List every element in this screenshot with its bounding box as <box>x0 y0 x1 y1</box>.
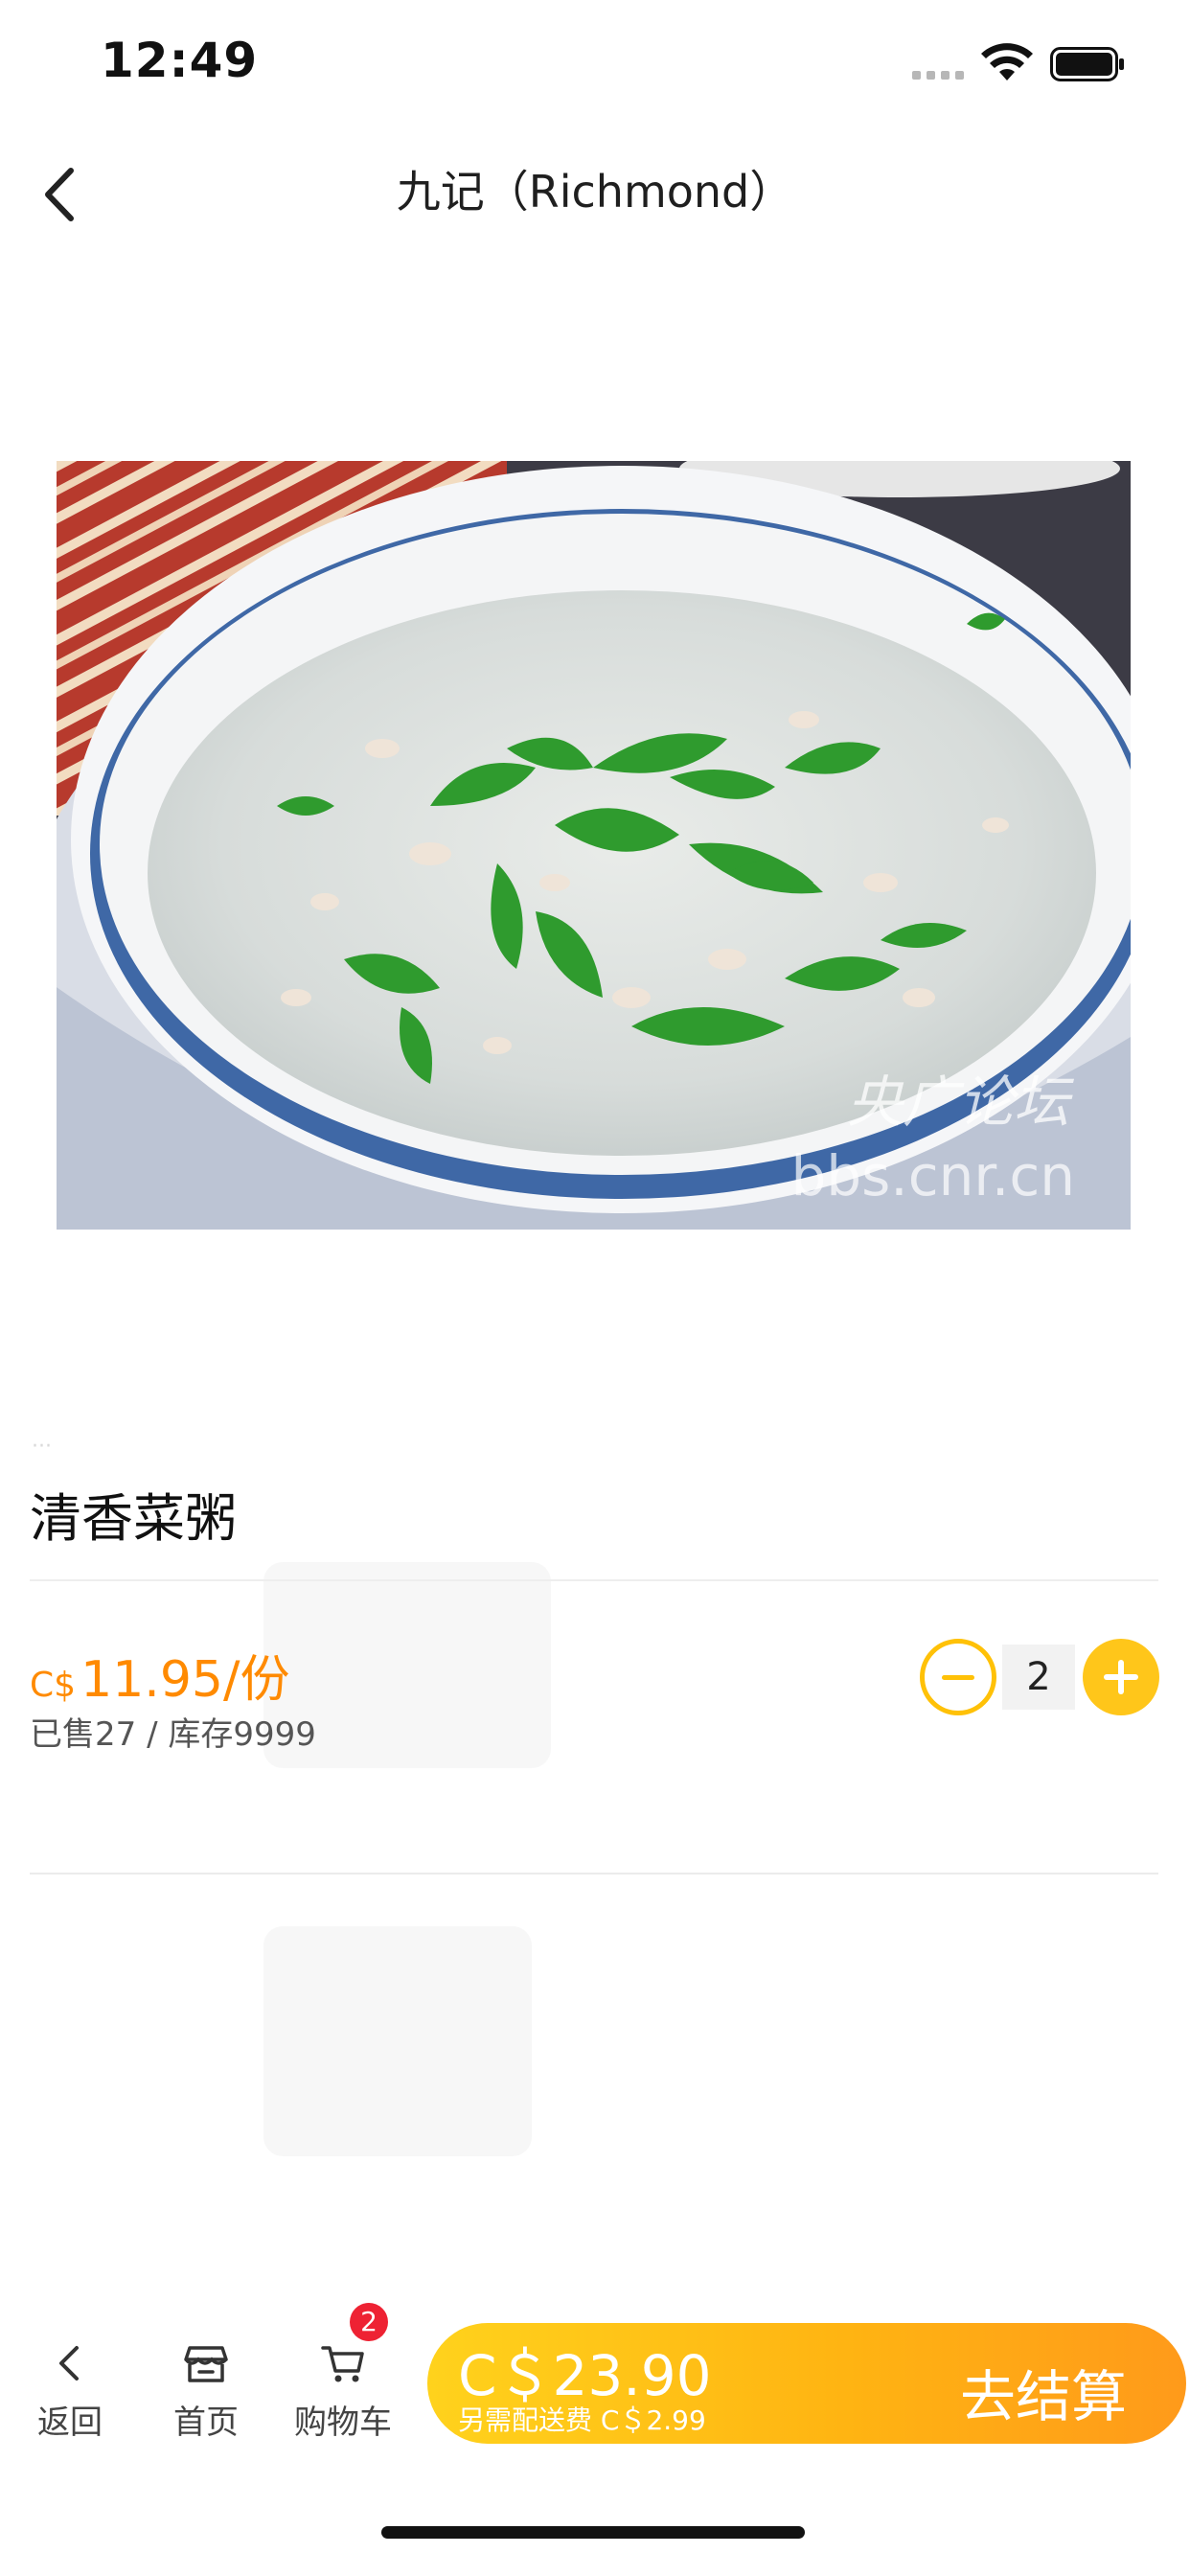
cart-count-badge: 2 <box>350 2303 388 2341</box>
storefront-icon <box>184 2346 228 2382</box>
home-indicator <box>381 2526 805 2539</box>
price-currency: C$ <box>30 1666 77 1705</box>
sales-stock-info: 已售27 / 库存9999 <box>30 1715 316 1754</box>
nav-bar: 九记（Richmond） <box>0 125 1190 259</box>
product-image: 央广论坛 bbs.cnr.cn <box>57 461 1131 1230</box>
divider <box>30 1579 1158 1581</box>
status-bar: 12:49 <box>0 0 1190 125</box>
increase-button[interactable] <box>1083 1639 1159 1715</box>
tab-back-label: 返回 <box>37 2404 103 2442</box>
product-name: 清香菜粥 <box>30 1488 237 1549</box>
tab-home-label: 首页 <box>173 2404 239 2442</box>
battery-icon <box>1050 47 1124 81</box>
checkout-label: 去结算 <box>959 2364 1127 2429</box>
tab-back[interactable]: 返回 <box>8 2338 132 2443</box>
decrease-button[interactable] <box>920 1639 996 1715</box>
tab-home[interactable]: 首页 <box>144 2338 268 2443</box>
tab-cart[interactable]: 购物车 <box>281 2338 405 2443</box>
watermark-url: bbs.cnr.cn <box>790 1143 1075 1208</box>
ghost-thumbnail <box>263 1926 532 2156</box>
delivery-fee: 另需配送费 C＄2.99 <box>458 2404 706 2436</box>
price-value: 11.95/份 <box>80 1651 290 1709</box>
ghost-divider <box>30 1873 1158 1874</box>
shopping-cart-icon <box>321 2346 364 2382</box>
back-arrow-icon <box>59 2346 79 2380</box>
faint-marker: ··· <box>32 1435 52 1459</box>
status-time: 12:49 <box>101 33 259 88</box>
watermark-text: 央广论坛 <box>846 1070 1069 1135</box>
store-title: 九记（Richmond） <box>396 166 794 218</box>
checkout-button[interactable]: C＄23.90 另需配送费 C＄2.99 去结算 <box>427 2323 1186 2444</box>
tab-cart-label: 购物车 <box>294 2404 392 2442</box>
product-price: C$ 11.95/份 <box>30 1639 290 1711</box>
quantity-stepper: 2 <box>920 1639 1159 1715</box>
quantity-value[interactable]: 2 <box>1002 1644 1075 1710</box>
wifi-icon <box>981 43 1033 80</box>
cellular-signal-icon <box>912 71 964 80</box>
product-detail-page: 12:49 九记（Richmond） 央广论坛 bbs.cnr.cn ··· 清… <box>0 0 1190 2576</box>
